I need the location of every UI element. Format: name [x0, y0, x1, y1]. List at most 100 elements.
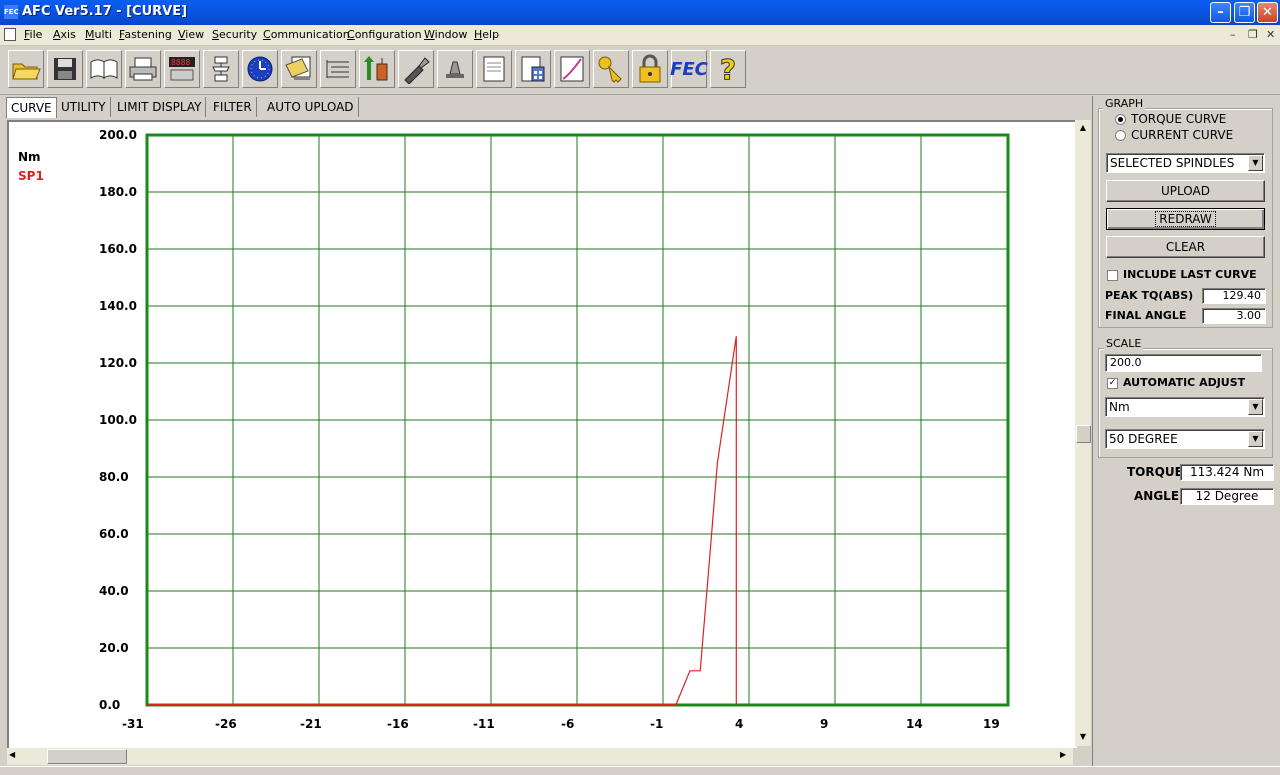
tab-auto-upload[interactable]: AUTO UPLOAD	[263, 97, 359, 117]
open-folder-button[interactable]	[8, 50, 44, 88]
menu-bar: File Axis Multi Fastening View Security Commun…	[0, 25, 1280, 46]
menu-help[interactable]: Help	[474, 28, 499, 41]
vertical-scrollbar[interactable]: ▲ ▼	[1075, 120, 1091, 746]
mdi-minimize-button[interactable]: –	[1230, 28, 1236, 41]
menu-label-rest: astening	[124, 28, 172, 41]
menu-window[interactable]: Window	[424, 28, 467, 41]
transfer-arrows-button[interactable]	[359, 50, 395, 88]
spindle-select[interactable]: SELECTED SPINDLES ▼	[1106, 153, 1265, 173]
unit-select[interactable]: Nm ▼	[1105, 397, 1265, 417]
flowchart-icon	[207, 55, 235, 83]
include-last-curve-label: INCLUDE LAST CURVE	[1123, 268, 1257, 281]
mdi-close-button[interactable]: ✕	[1266, 28, 1275, 41]
chevron-down-icon[interactable]: ▼	[1248, 155, 1263, 171]
scroll-right-arrow-icon[interactable]: ▶	[1060, 750, 1066, 759]
menu-fastening[interactable]: Fastening	[119, 28, 172, 41]
scroll-left-arrow-icon[interactable]: ◀	[9, 750, 15, 759]
vertical-scroll-thumb[interactable]	[1076, 425, 1091, 443]
include-last-curve-checkbox[interactable]	[1107, 270, 1118, 281]
menu-mnemonic: S	[212, 28, 219, 41]
menu-label-rest: ulti	[94, 28, 112, 41]
manual-book-icon	[89, 56, 119, 82]
clock-button[interactable]	[242, 50, 278, 88]
wrench-tool-button[interactable]	[398, 50, 434, 88]
y-tick-label: 40.0	[99, 584, 129, 598]
printer-button[interactable]	[125, 50, 161, 88]
scroll-up-arrow-icon[interactable]: ▲	[1076, 121, 1090, 135]
x-tick-label: 14	[906, 717, 923, 731]
flowchart-button[interactable]	[203, 50, 239, 88]
menu-mnemonic: C	[347, 28, 355, 41]
save-disk-button[interactable]	[47, 50, 83, 88]
current-curve-radio[interactable]	[1115, 130, 1126, 141]
automatic-adjust-checkbox[interactable]: ✓	[1107, 378, 1118, 389]
mdi-restore-button[interactable]: ❐	[1248, 28, 1258, 41]
menu-multi[interactable]: Multi	[85, 28, 112, 41]
torque-curve-label: TORQUE CURVE	[1131, 112, 1227, 126]
document-button[interactable]	[476, 50, 512, 88]
help-question-button[interactable]: ?	[710, 50, 746, 88]
key-button[interactable]	[593, 50, 629, 88]
angle-readout-value: 12 Degree	[1180, 488, 1274, 505]
chevron-down-icon[interactable]: ▼	[1248, 399, 1263, 415]
menu-axis[interactable]: Axis	[53, 28, 76, 41]
x-tick-label: 9	[820, 717, 828, 731]
manual-book-button[interactable]	[86, 50, 122, 88]
y-tick-label: 180.0	[99, 185, 137, 199]
upload-button[interactable]: UPLOAD	[1106, 180, 1265, 202]
menu-security[interactable]: Security	[212, 28, 257, 41]
digital-display-icon: 8888	[167, 55, 197, 83]
degree-select-value: 50 DEGREE	[1109, 432, 1178, 446]
horizontal-scrollbar[interactable]: ◀ ▶	[7, 748, 1073, 765]
x-tick-label: -11	[473, 717, 495, 731]
alarm-lamp-icon	[442, 56, 468, 82]
torque-curve-chart: 200.0180.0160.0140.0120.0100.080.060.040…	[99, 128, 1010, 731]
scale-group-label: SCALE	[1104, 337, 1144, 350]
title-bar[interactable]: FEC AFC Ver5.17 - [CURVE] – ❐ ✕	[0, 0, 1280, 25]
y-tick-label: 120.0	[99, 356, 137, 370]
mdi-document-icon[interactable]	[4, 28, 16, 41]
horizontal-scroll-thumb[interactable]	[47, 749, 127, 764]
torque-curve-radio[interactable]	[1115, 114, 1126, 125]
menu-label-rest: indow	[434, 28, 468, 41]
digital-display-button[interactable]: 8888	[164, 50, 200, 88]
x-tick-label: 19	[983, 717, 1000, 731]
alarm-lamp-button[interactable]	[437, 50, 473, 88]
clear-button[interactable]: CLEAR	[1106, 236, 1265, 258]
redraw-button[interactable]: REDRAW	[1106, 208, 1265, 230]
data-sheet-button[interactable]	[281, 50, 317, 88]
curve-graph-button[interactable]	[554, 50, 590, 88]
tab-curve[interactable]: CURVE	[6, 97, 57, 118]
curve-graph-icon	[559, 55, 585, 83]
tab-utility[interactable]: UTILITY	[57, 97, 111, 117]
tab-filter[interactable]: FILTER	[209, 97, 257, 117]
scale-input[interactable]: 200.0	[1105, 354, 1262, 372]
scroll-down-arrow-icon[interactable]: ▼	[1076, 730, 1090, 744]
menu-communication[interactable]: Communication	[263, 28, 350, 41]
y-tick-label: 140.0	[99, 299, 137, 313]
calculator-sheet-button[interactable]	[515, 50, 551, 88]
spindle-select-value: SELECTED SPINDLES	[1110, 156, 1235, 170]
close-button[interactable]: ✕	[1257, 2, 1278, 23]
menu-view[interactable]: View	[178, 28, 204, 41]
menu-file[interactable]: File	[24, 28, 42, 41]
minimize-button[interactable]: –	[1210, 2, 1231, 23]
degree-select[interactable]: 50 DEGREE ▼	[1105, 429, 1265, 449]
chevron-down-icon[interactable]: ▼	[1248, 431, 1263, 447]
x-tick-label: -6	[561, 717, 574, 731]
menu-label-rest: onfiguration	[354, 28, 422, 41]
tab-limit-display[interactable]: LIMIT DISPLAY	[113, 97, 207, 117]
menu-configuration[interactable]: Configuration	[347, 28, 422, 41]
document-icon	[482, 55, 506, 83]
restore-button[interactable]: ❐	[1234, 2, 1255, 23]
fec-logo-button[interactable]: FEC	[670, 50, 708, 88]
menu-label-rest: elp	[482, 28, 500, 41]
padlock-button[interactable]	[632, 50, 668, 88]
x-tick-label: -31	[122, 717, 144, 731]
list-tree-button[interactable]	[320, 50, 356, 88]
peak-torque-label: PEAK TQ(ABS)	[1105, 289, 1194, 302]
curve-graph-area: Nm SP1 200.0 180.0 160.0 140.0 120.0 100.0 80.…	[7, 120, 1077, 748]
transfer-arrows-icon	[363, 54, 391, 84]
app-icon[interactable]: FEC	[4, 5, 19, 19]
menu-label-rest: xis	[60, 28, 76, 41]
